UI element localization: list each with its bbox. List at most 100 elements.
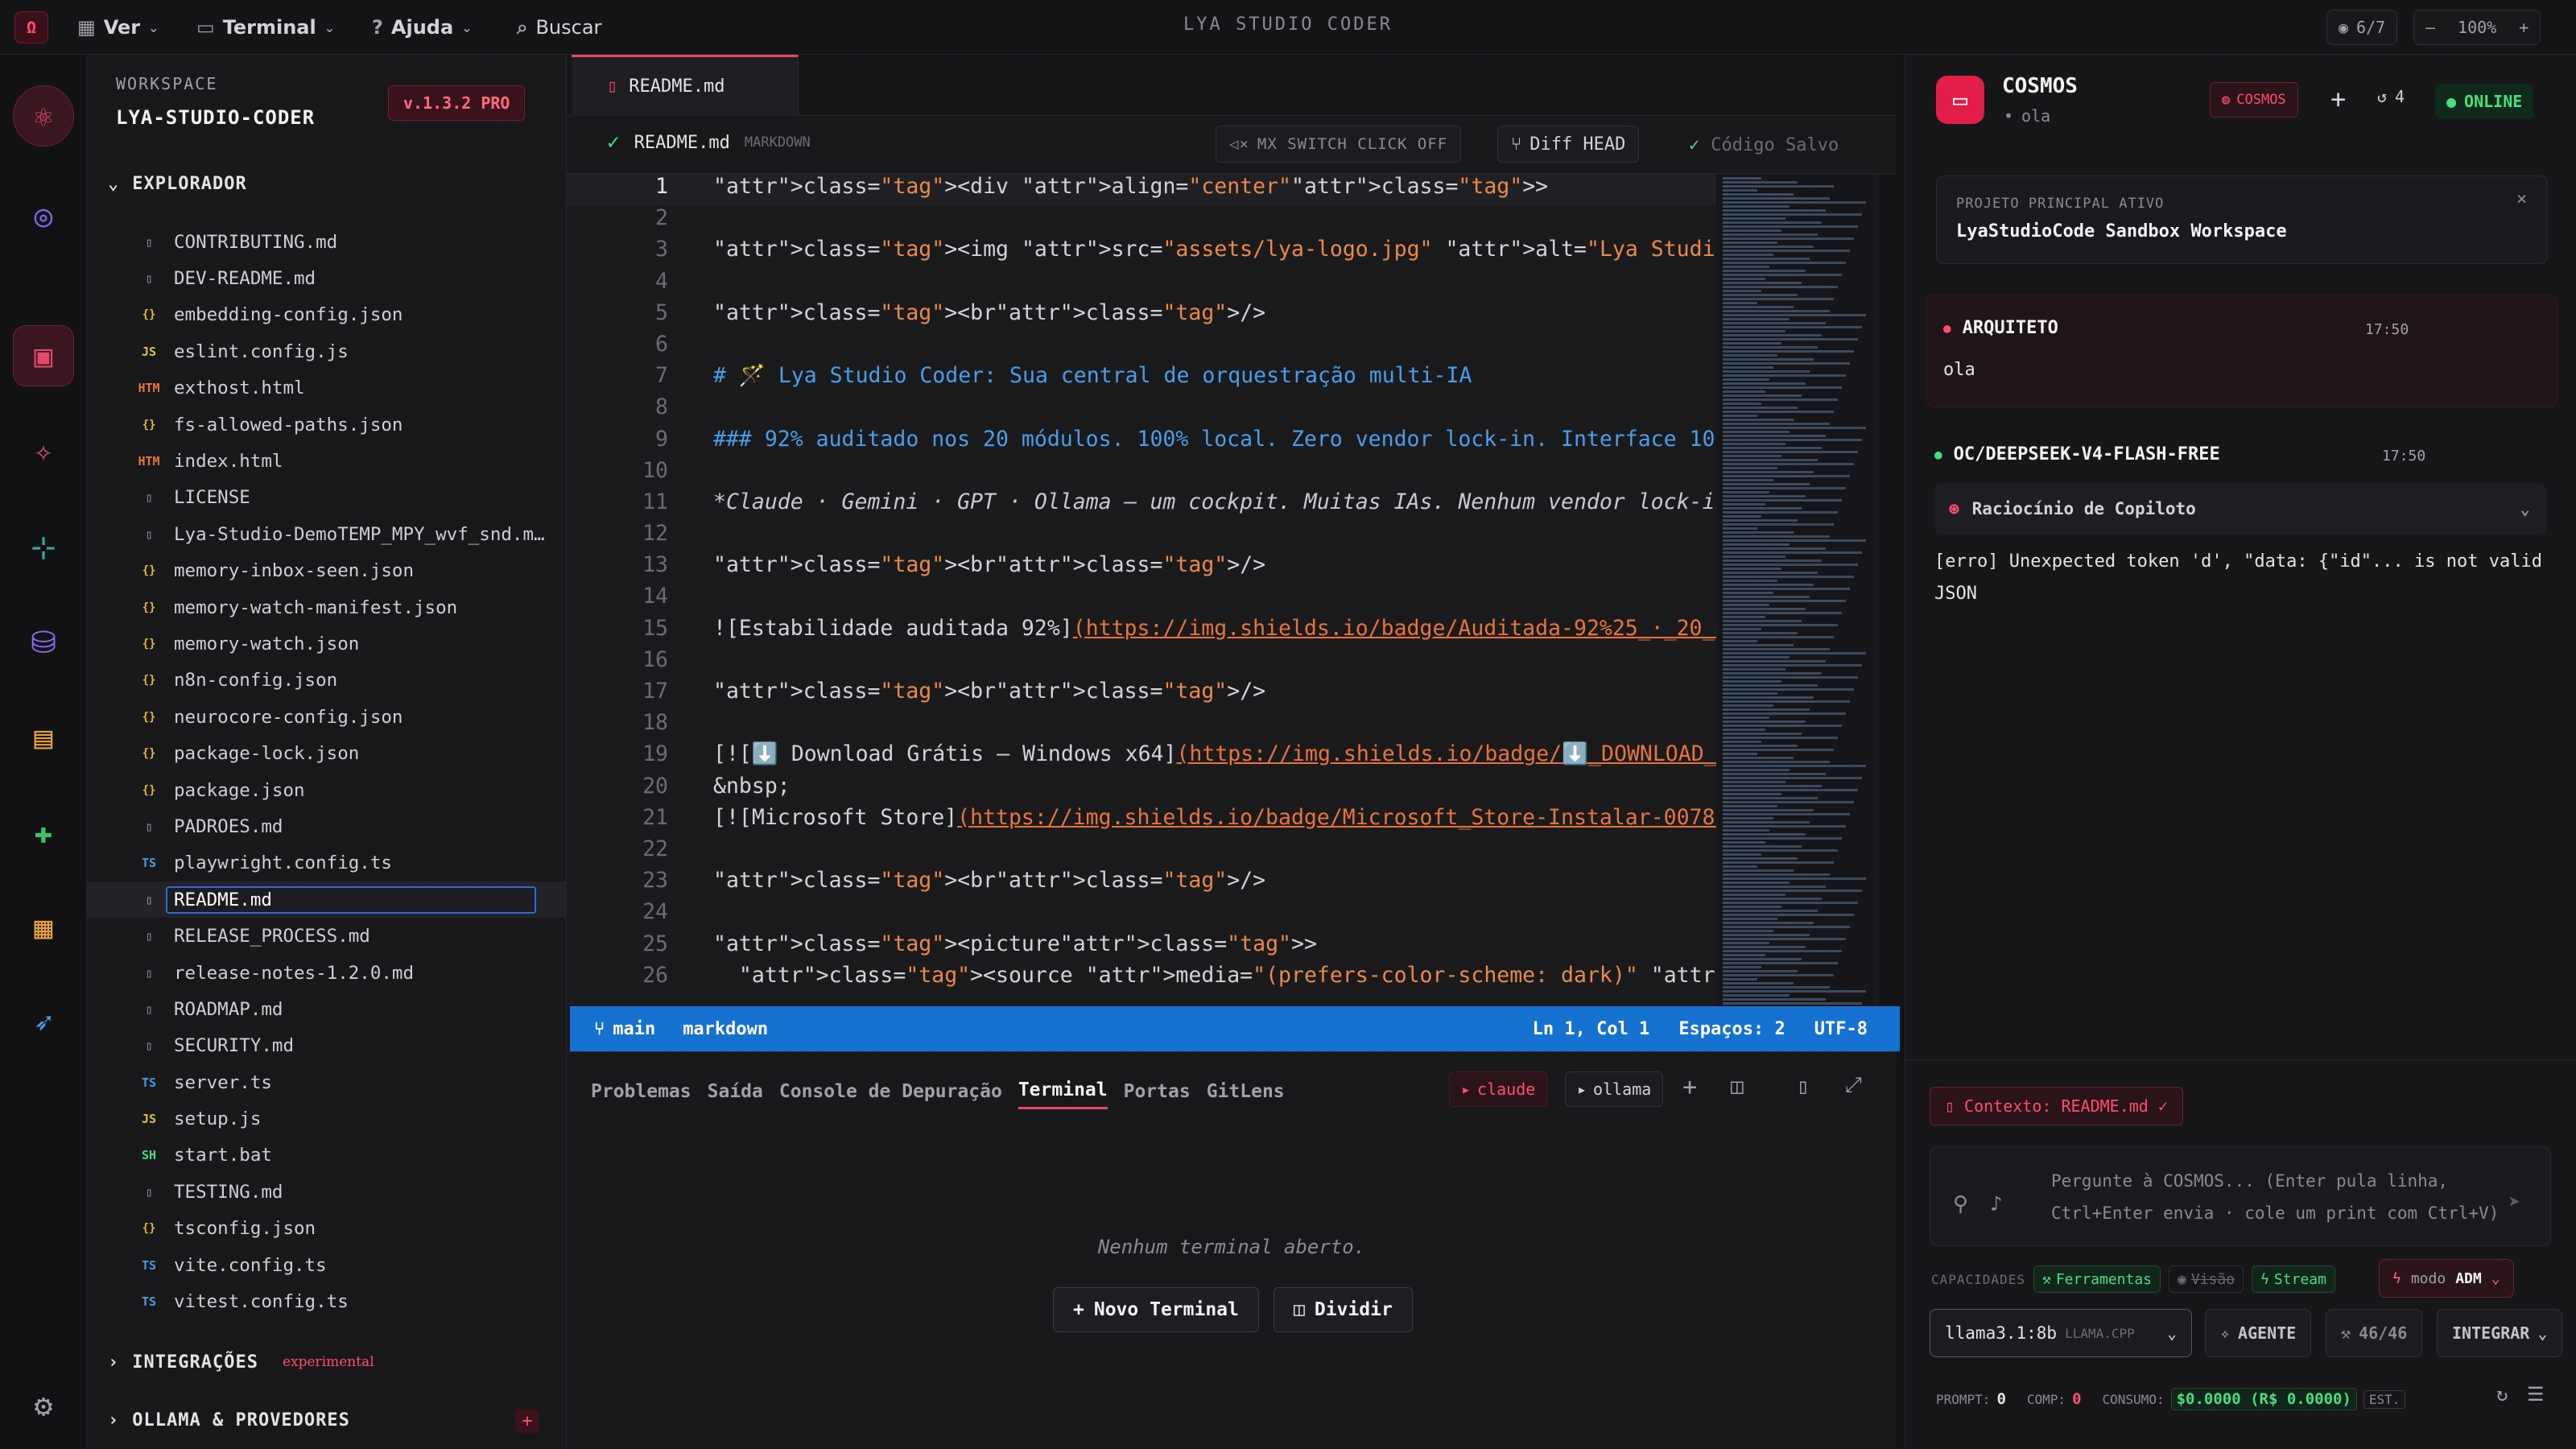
code-line[interactable]: 5 "attr">class="tag"><br"attr">class="tag… <box>567 300 1718 332</box>
tab-gitlens[interactable]: GitLens <box>1207 1081 1285 1108</box>
integrate-button[interactable]: INTEGRAR ⌄ <box>2437 1309 2563 1357</box>
file-item[interactable]: ▯ PADROES.md <box>87 808 567 844</box>
code-line[interactable]: 23 "attr">class="tag"><br"attr">class="ta… <box>567 868 1718 899</box>
chat-input[interactable]: Pergunte à COSMOS... (Enter pula linha, … <box>2051 1165 2502 1245</box>
ollama-terminal-chip[interactable]: ▸ ollama <box>1565 1071 1664 1107</box>
file-item[interactable]: {} tsconfig.json <box>87 1211 567 1247</box>
cap-ferramentas[interactable]: ⚒ Ferramentas <box>2033 1265 2161 1293</box>
code-line[interactable]: 24 <box>567 899 1718 931</box>
file-item[interactable]: ▯ LICENSE <box>87 480 567 516</box>
code-line[interactable]: 21 [![Microsoft Store](https://img.shield… <box>567 805 1718 836</box>
menu-buscar[interactable]: ⌕ Buscar <box>517 13 601 42</box>
mode-selector[interactable]: ϟ modo ADM ⌄ <box>2379 1259 2514 1298</box>
code-line[interactable]: 7 # 🪄 Lya Studio Coder: Sua central de or… <box>567 363 1718 394</box>
layout-icon[interactable]: ☰ <box>2527 1383 2545 1406</box>
code-line[interactable]: 12 <box>567 521 1718 552</box>
tab-terminal[interactable]: Terminal <box>1018 1080 1108 1109</box>
indentation[interactable]: Espaços: 2 <box>1678 1019 1785 1039</box>
minimap[interactable] <box>1716 174 1874 1053</box>
code-line[interactable]: 22 <box>567 836 1718 868</box>
code-line[interactable]: 18 <box>567 710 1718 741</box>
code-line[interactable]: 17 "attr">class="tag"><br"attr">class="ta… <box>567 679 1718 710</box>
file-item[interactable]: SH start.bat <box>87 1137 567 1174</box>
tab-portas[interactable]: Portas <box>1124 1081 1191 1108</box>
code-line[interactable]: 19 [![⬇️ Download Grátis — Windows x64](h… <box>567 741 1718 773</box>
tools-count-button[interactable]: ⚒ 46/46 <box>2326 1309 2423 1357</box>
file-item[interactable]: TS server.ts <box>87 1064 567 1100</box>
file-item[interactable]: ▯ RELEASE_PROCESS.md <box>87 918 567 954</box>
code-line[interactable]: 3 "attr">class="tag"><img "attr">src="ass… <box>567 237 1718 268</box>
explorer-section-header[interactable]: ⌄ EXPLORADOR <box>108 167 247 200</box>
package-icon[interactable]: ▤ <box>13 707 74 768</box>
mx-switch-button[interactable]: ◁× MX SWITCH CLICK OFF <box>1216 126 1462 163</box>
menu-terminal[interactable]: ▭ Terminal ⌄ <box>196 13 335 42</box>
puzzle-icon[interactable]: ✚ <box>13 802 74 863</box>
language-mode[interactable]: markdown <box>683 1019 768 1039</box>
code-line[interactable]: 20 &nbsp; <box>567 774 1718 805</box>
brain-icon[interactable]: ◎ <box>13 185 74 246</box>
chip-icon[interactable]: ▦ <box>13 897 74 958</box>
file-item[interactable]: ▯ SECURITY.md <box>87 1028 567 1064</box>
new-chat-icon[interactable]: + <box>2330 84 2346 114</box>
agent-button[interactable]: ✧ AGENTE <box>2205 1309 2312 1357</box>
ollama-section-header[interactable]: › OLLAMA & PROVEDORES <box>108 1404 350 1436</box>
attach-icon[interactable]: ⚲ <box>1953 1192 1968 1216</box>
file-item[interactable]: {} package.json <box>87 772 567 808</box>
file-item[interactable]: HTM exthost.html <box>87 370 567 407</box>
database-icon[interactable]: ⛁ <box>13 612 74 673</box>
file-item[interactable]: JS setup.js <box>87 1100 567 1137</box>
send-icon[interactable]: ➤ <box>2508 1191 2521 1215</box>
cosmos-badge[interactable]: ◍ COSMOS <box>2210 82 2298 118</box>
code-line[interactable]: 6 <box>567 332 1718 363</box>
history-button[interactable]: ↺ 4 <box>2377 87 2405 106</box>
code-line[interactable]: 15 ![Estabilidade auditada 92%](https://i… <box>567 616 1718 647</box>
file-item[interactable]: JS eslint.config.js <box>87 333 567 369</box>
rocket-icon[interactable]: ➶ <box>13 992 74 1053</box>
new-terminal-button[interactable]: + Novo Terminal <box>1053 1287 1259 1332</box>
diff-head-button[interactable]: ⑂ Diff HEAD <box>1497 126 1640 163</box>
tab-problemas[interactable]: Problemas <box>591 1081 691 1108</box>
model-selector[interactable]: llama3.1:8b LLAMA.CPP ⌄ <box>1930 1309 2192 1357</box>
code-line[interactable]: 2 <box>567 205 1718 237</box>
zoom-in-button[interactable]: + <box>2519 18 2529 37</box>
file-item[interactable]: ▯ ROADMAP.md <box>87 991 567 1027</box>
menu-ver[interactable]: ▦ Ver ⌄ <box>77 13 159 42</box>
code-line[interactable]: 13 "attr">class="tag"><br"attr">class="ta… <box>567 552 1718 584</box>
file-item[interactable]: TS vitest.config.ts <box>87 1283 567 1319</box>
file-item[interactable]: ▯ CONTRIBUTING.md <box>87 224 567 260</box>
file-item[interactable]: {} memory-watch-manifest.json <box>87 589 567 625</box>
file-item[interactable]: ▯ TESTING.md <box>87 1174 567 1210</box>
code-line[interactable]: 25 "attr">class="tag"><picture"attr">clas… <box>567 931 1718 963</box>
editor-scrollbar[interactable] <box>1879 174 1897 1053</box>
file-item[interactable]: HTM index.html <box>87 443 567 479</box>
zoom-out-button[interactable]: – <box>2425 18 2435 37</box>
microphone-icon[interactable]: ♪ <box>1990 1192 2003 1216</box>
settings-gear-icon[interactable]: ⚙ <box>13 1375 74 1436</box>
file-item[interactable]: {} n8n-config.json <box>87 663 567 699</box>
code-line[interactable]: 26 "attr">class="tag"><source "attr">med… <box>567 963 1718 994</box>
file-item[interactable]: ▯ release-notes-1.2.0.md <box>87 955 567 991</box>
app-logo-icon[interactable]: Ω <box>14 11 48 43</box>
code-line[interactable]: 10 <box>567 458 1718 489</box>
cap-visao[interactable]: ◉ Visão <box>2169 1265 2244 1293</box>
file-item[interactable]: {} fs-allowed-paths.json <box>87 407 567 443</box>
code-line[interactable]: 14 <box>567 584 1718 615</box>
reasoning-toggle[interactable]: ⊛ Raciocínio de Copiloto ⌄ <box>1934 483 2546 535</box>
integrations-section-header[interactable]: › INTEGRAÇÕES experimental <box>108 1346 374 1378</box>
file-item[interactable]: ▯ README.md <box>87 881 567 919</box>
file-item[interactable]: ▯ Lya-Studio-DemoTEMP_MPY_wvf_snd.m… <box>87 516 567 552</box>
code-line[interactable]: 8 <box>567 394 1718 426</box>
tab-saida[interactable]: Saída <box>708 1081 763 1108</box>
code-view[interactable]: 1 "attr">class="tag"><div "attr">align="c… <box>567 174 1718 1053</box>
file-item[interactable]: {} neurocore-config.json <box>87 699 567 735</box>
maximize-icon[interactable]: ⤢ <box>1845 1073 1862 1098</box>
context-chip[interactable]: ▯ Contexto: README.md ✓ <box>1930 1087 2183 1125</box>
code-line[interactable]: 1 "attr">class="tag"><div "attr">align="c… <box>567 174 1718 206</box>
code-line[interactable]: 9 ### 92% auditado nos 20 módulos. 100% l… <box>567 427 1718 458</box>
tab-console[interactable]: Console de Depuração <box>779 1081 1002 1108</box>
code-line[interactable]: 4 <box>567 269 1718 300</box>
claude-terminal-chip[interactable]: ▸ claude <box>1449 1071 1548 1107</box>
code-line[interactable]: 16 <box>567 647 1718 679</box>
branch-name[interactable]: main <box>613 1019 655 1039</box>
cursor-position[interactable]: Ln 1, Col 1 <box>1533 1019 1650 1039</box>
